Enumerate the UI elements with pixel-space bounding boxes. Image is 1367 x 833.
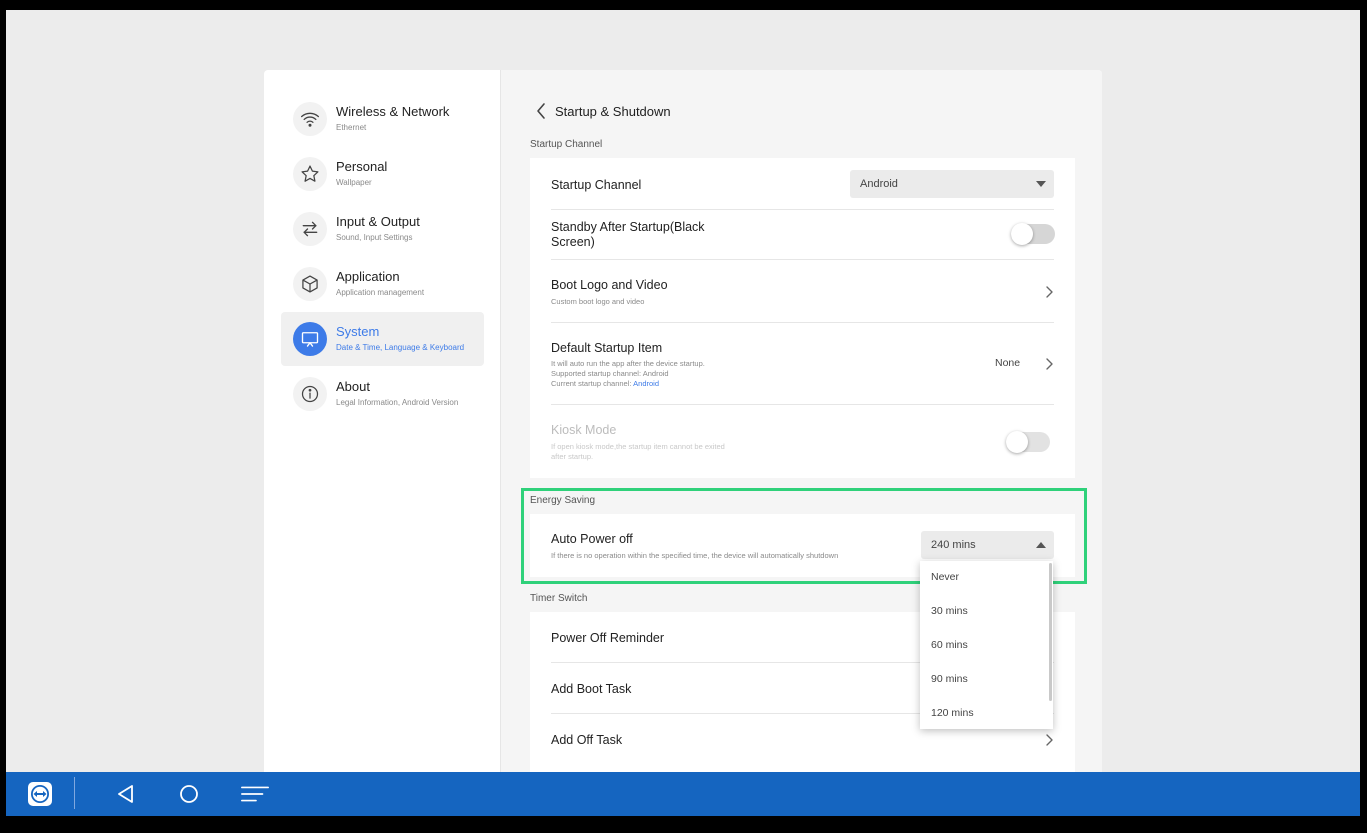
sidebar-item-title: Personal	[336, 159, 388, 174]
section-label-timer: Timer Switch	[530, 593, 588, 604]
boot-logo-label: Boot Logo and Video	[551, 278, 668, 292]
sidebar-item-subtitle: Sound, Input Settings	[336, 233, 413, 242]
home-nav-button[interactable]	[174, 779, 204, 809]
default-startup-item-description: It will auto run the app after the devic…	[551, 359, 705, 389]
star-icon	[293, 157, 327, 191]
triangle-back-icon	[118, 785, 133, 803]
sidebar-item-title: Input & Output	[336, 214, 420, 229]
default-startup-item-value: None	[995, 357, 1021, 369]
dropdown-option-60[interactable]: 60 mins	[920, 629, 1047, 663]
startup-channel-label: Startup Channel	[551, 178, 642, 192]
divider	[551, 209, 1054, 210]
caret-up-icon	[1036, 542, 1046, 548]
description-line: It will auto run the app after the devic…	[551, 359, 705, 368]
section-label-startup: Startup Channel	[530, 139, 603, 150]
dropdown-option-90[interactable]: 90 mins	[920, 663, 1047, 697]
back-button[interactable]	[535, 102, 549, 120]
option-label: 120 mins	[931, 707, 974, 719]
circle-home-icon	[180, 785, 198, 803]
standby-toggle[interactable]	[1011, 223, 1055, 245]
sidebar-item-personal[interactable]: Personal Wallpaper	[281, 147, 484, 201]
dropdown-scrollbar[interactable]	[1049, 563, 1052, 701]
toggle-knob	[1011, 223, 1033, 245]
description-line: Current startup channel:	[551, 379, 634, 388]
boot-logo-subtitle: Custom boot logo and video	[551, 297, 645, 306]
default-startup-item-label: Default Startup Item	[551, 341, 663, 355]
recents-nav-button[interactable]	[240, 779, 270, 809]
back-nav-button[interactable]	[111, 779, 141, 809]
auto-power-off-value: 240 mins	[931, 539, 976, 551]
sidebar-item-subtitle: Legal Information, Android Version	[336, 398, 459, 407]
sidebar-item-about[interactable]: About Legal Information, Android Version	[281, 367, 484, 421]
chevron-right-icon	[1046, 358, 1053, 370]
sidebar-item-subtitle: Application management	[336, 288, 425, 297]
add-boot-task-label: Add Boot Task	[551, 682, 632, 696]
startup-channel-value: Android	[860, 178, 898, 190]
info-icon	[293, 377, 327, 411]
auto-power-off-description: If there is no operation within the spec…	[551, 551, 839, 560]
sidebar: Wireless & Network Ethernet Personal Wal…	[264, 70, 501, 772]
kiosk-mode-label: Kiosk Mode	[551, 423, 617, 437]
dropdown-option-120[interactable]: 120 mins	[920, 697, 1047, 729]
sidebar-item-title: About	[336, 379, 370, 394]
default-startup-item-row[interactable]: Default Startup Item It will auto run th…	[530, 322, 1075, 404]
sidebar-item-title: Wireless & Network	[336, 104, 450, 119]
sidebar-item-input-output[interactable]: Input & Output Sound, Input Settings	[281, 202, 484, 256]
sidebar-item-title: System	[336, 324, 380, 339]
page-title: Startup & Shutdown	[555, 104, 671, 119]
dropdown-option-never[interactable]: Never	[920, 561, 1047, 595]
section-label-energy: Energy Saving	[530, 495, 596, 506]
dropdown-option-30[interactable]: 30 mins	[920, 595, 1047, 629]
description-line: after startup.	[551, 452, 594, 461]
description-line: If open kiosk mode,the startup item cann…	[551, 442, 725, 451]
wifi-icon	[293, 102, 327, 136]
sidebar-item-subtitle: Date & Time, Language & Keyboard	[336, 343, 465, 352]
screen: Wireless & Network Ethernet Personal Wal…	[6, 10, 1360, 772]
menu-lines-icon	[241, 786, 269, 802]
boot-logo-row[interactable]: Boot Logo and Video Custom boot logo and…	[530, 259, 1075, 322]
standby-label-line2: Screen)	[551, 235, 595, 249]
kiosk-mode-description: If open kiosk mode,the startup item cann…	[551, 442, 725, 462]
add-off-task-label: Add Off Task	[551, 733, 623, 747]
auto-power-off-select[interactable]: 240 mins	[921, 531, 1054, 559]
chevron-left-icon	[537, 103, 545, 119]
swap-arrows-icon	[293, 212, 327, 246]
sidebar-item-wireless-network[interactable]: Wireless & Network Ethernet	[281, 92, 484, 146]
description-line: Supported startup channel: Android	[551, 369, 669, 378]
current-channel-link: Android	[633, 379, 659, 388]
taskbar-separator	[74, 777, 75, 809]
chevron-right-icon	[1046, 286, 1053, 298]
option-label: 60 mins	[931, 639, 968, 651]
startup-card: Startup Channel Android Standby After St…	[530, 158, 1075, 478]
standby-label-line1: Standby After Startup(Black	[551, 220, 705, 234]
startup-channel-select[interactable]: Android	[850, 170, 1054, 198]
standby-after-startup-label: Standby After Startup(Black Screen)	[551, 220, 705, 250]
caret-down-icon	[1036, 181, 1046, 187]
option-label: 90 mins	[931, 673, 968, 685]
cube-icon	[293, 267, 327, 301]
sidebar-item-system[interactable]: System Date & Time, Language & Keyboard	[281, 312, 484, 366]
sidebar-item-subtitle: Wallpaper	[336, 178, 372, 187]
sidebar-item-subtitle: Ethernet	[336, 123, 367, 132]
navigation-bar	[6, 772, 1360, 816]
power-off-reminder-label: Power Off Reminder	[551, 631, 665, 645]
option-label: 30 mins	[931, 605, 968, 617]
teamviewer-icon	[28, 782, 52, 806]
auto-power-off-dropdown: Never 30 mins 60 mins 90 mins 120 mins	[920, 561, 1053, 729]
toggle-knob	[1006, 431, 1028, 453]
kiosk-mode-row: Kiosk Mode If open kiosk mode,the startu…	[530, 404, 1075, 478]
sidebar-item-application[interactable]: Application Application management	[281, 257, 484, 311]
monitor-icon	[293, 322, 327, 356]
chevron-right-icon	[1046, 734, 1053, 746]
option-label: Never	[931, 571, 960, 583]
teamviewer-button[interactable]	[25, 779, 55, 809]
sidebar-item-title: Application	[336, 269, 400, 284]
kiosk-mode-toggle[interactable]	[1006, 431, 1050, 453]
auto-power-off-label: Auto Power off	[551, 532, 633, 546]
